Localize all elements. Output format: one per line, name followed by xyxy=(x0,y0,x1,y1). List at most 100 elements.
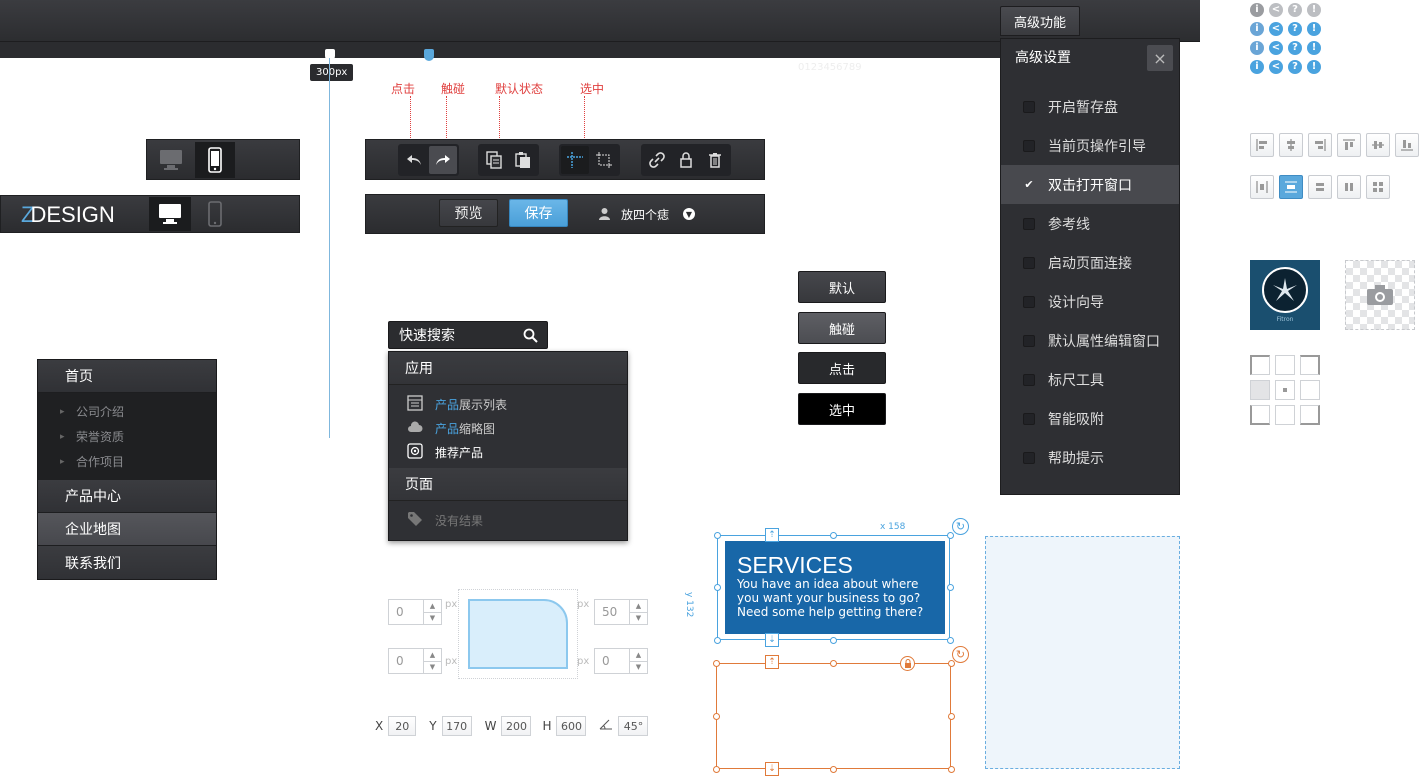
checkbox[interactable] xyxy=(1023,217,1035,230)
state-press-button[interactable]: 点击 xyxy=(798,352,886,384)
preview-button[interactable]: 预览 xyxy=(439,199,498,227)
guide-tool-icon[interactable] xyxy=(561,146,589,174)
resize-handle[interactable] xyxy=(830,659,837,667)
nav-map[interactable]: 企业地图 xyxy=(38,513,216,546)
rotate-icon[interactable]: ↻ xyxy=(952,518,969,535)
alert-icon[interactable]: ! xyxy=(1307,21,1321,36)
resize-handle[interactable] xyxy=(712,659,720,667)
share-icon[interactable]: < xyxy=(1269,2,1283,17)
same-width-icon[interactable] xyxy=(1308,175,1332,199)
panel-option[interactable]: 开启暂存盘 xyxy=(1001,87,1179,126)
horizontal-ruler[interactable] xyxy=(0,42,1000,58)
anchor-bottom-icon[interactable]: ⇣ xyxy=(765,633,779,647)
user-name[interactable]: 放四个痣 xyxy=(621,206,669,223)
panel-option[interactable]: 设计向导 xyxy=(1001,282,1179,321)
result-item[interactable]: 产品展示列表 xyxy=(389,392,627,416)
quick-search-input[interactable]: 快速搜索 xyxy=(388,321,548,349)
selection-box-orange[interactable] xyxy=(716,663,951,769)
save-button[interactable]: 保存 xyxy=(509,199,568,227)
anchor-top-icon[interactable]: ⇡ xyxy=(765,655,779,669)
nav-home[interactable]: 首页 xyxy=(38,360,216,393)
panel-option[interactable]: 智能吸附 xyxy=(1001,399,1179,438)
checkbox[interactable] xyxy=(1023,412,1035,425)
checkbox-checked[interactable]: ✔ xyxy=(1023,178,1035,191)
radius-bottom-left-stepper[interactable]: 0 ▲ ▼ xyxy=(388,648,442,674)
trash-icon[interactable] xyxy=(701,146,729,174)
desktop-icon[interactable] xyxy=(151,142,191,178)
checkbox[interactable] xyxy=(1023,139,1035,152)
panel-option[interactable]: 启动页面连接 xyxy=(1001,243,1179,282)
resize-handle[interactable] xyxy=(830,765,837,773)
align-top-icon[interactable] xyxy=(1337,133,1361,157)
info-icon[interactable]: i xyxy=(1250,21,1264,36)
state-hover-button[interactable]: 触碰 xyxy=(798,312,886,344)
lock-icon[interactable] xyxy=(900,656,915,671)
info-icon[interactable]: i xyxy=(1250,2,1264,17)
anchor-bottom-left[interactable] xyxy=(1250,405,1270,425)
checkbox[interactable] xyxy=(1023,334,1035,347)
guide-line[interactable] xyxy=(329,58,330,438)
radius-top-right-stepper[interactable]: 50 ▲ ▼ xyxy=(594,599,648,625)
anchor-top-right[interactable] xyxy=(1300,355,1320,375)
resize-handle[interactable] xyxy=(946,636,954,644)
resize-handle[interactable] xyxy=(830,531,837,539)
nav-contact[interactable]: 联系我们 xyxy=(38,546,216,579)
align-center-v-icon[interactable] xyxy=(1366,133,1390,157)
anchor-center[interactable] xyxy=(1275,380,1295,400)
y-field[interactable]: 170 xyxy=(441,716,472,736)
link-icon[interactable] xyxy=(643,146,671,174)
mobile-icon[interactable] xyxy=(195,197,235,231)
resize-handle[interactable] xyxy=(946,584,954,591)
state-selected-button[interactable]: 选中 xyxy=(798,393,886,425)
same-size-icon[interactable] xyxy=(1366,175,1390,199)
align-left-icon[interactable] xyxy=(1250,133,1274,157)
resize-handle[interactable] xyxy=(713,584,721,591)
advanced-features-button[interactable]: 高级功能 xyxy=(1000,6,1080,36)
panel-option[interactable]: 帮助提示 xyxy=(1001,438,1179,477)
resize-handle[interactable] xyxy=(830,636,837,644)
checkbox[interactable] xyxy=(1023,100,1035,113)
share-icon[interactable]: < xyxy=(1269,59,1283,74)
anchor-bottom[interactable] xyxy=(1275,405,1295,425)
close-icon[interactable]: × xyxy=(1147,45,1173,71)
width-field[interactable]: 200 xyxy=(501,716,532,736)
resize-handle[interactable] xyxy=(712,712,720,720)
lock-icon[interactable] xyxy=(672,146,700,174)
nav-sub-item[interactable]: 合作项目 xyxy=(38,449,216,474)
paste-icon[interactable] xyxy=(509,146,537,174)
mobile-icon[interactable] xyxy=(195,142,235,178)
align-center-h-icon[interactable] xyxy=(1279,133,1303,157)
info-icon[interactable]: i xyxy=(1250,40,1264,55)
share-icon[interactable]: < xyxy=(1269,40,1283,55)
share-icon[interactable]: < xyxy=(1269,21,1283,36)
copy-icon[interactable] xyxy=(480,146,508,174)
chevron-down-icon[interactable]: ▼ xyxy=(683,208,695,220)
alert-icon[interactable]: ! xyxy=(1307,40,1321,55)
align-bottom-icon[interactable] xyxy=(1395,133,1419,157)
nav-products[interactable]: 产品中心 xyxy=(38,480,216,513)
crop-icon[interactable] xyxy=(590,146,618,174)
radius-top-left-stepper[interactable]: 0 ▲ ▼ xyxy=(388,599,442,625)
checkbox[interactable] xyxy=(1023,451,1035,464)
resize-handle[interactable] xyxy=(947,712,955,720)
checkbox[interactable] xyxy=(1023,373,1035,386)
state-default-button[interactable]: 默认 xyxy=(798,271,886,303)
resize-handle[interactable] xyxy=(713,531,721,539)
anchor-bottom-right[interactable] xyxy=(1300,405,1320,425)
help-icon[interactable]: ? xyxy=(1288,40,1302,55)
search-icon[interactable] xyxy=(523,328,538,347)
ruler-handle-white[interactable] xyxy=(325,49,335,61)
image-placeholder[interactable] xyxy=(1345,260,1415,330)
x-field[interactable]: 20 xyxy=(388,716,417,736)
anchor-left[interactable] xyxy=(1250,380,1270,400)
help-icon[interactable]: ? xyxy=(1288,21,1302,36)
app-icon[interactable]: Fitron xyxy=(1250,260,1320,330)
alert-icon[interactable]: ! xyxy=(1307,59,1321,74)
panel-option[interactable]: ✔ 双击打开窗口 xyxy=(1001,165,1179,204)
anchor-top-icon[interactable]: ⇡ xyxy=(765,528,779,542)
resize-handle[interactable] xyxy=(946,531,954,539)
checkbox[interactable] xyxy=(1023,256,1035,269)
nav-sub-item[interactable]: 荣誉资质 xyxy=(38,424,216,449)
height-field[interactable]: 600 xyxy=(556,716,587,736)
anchor-right[interactable] xyxy=(1300,380,1320,400)
